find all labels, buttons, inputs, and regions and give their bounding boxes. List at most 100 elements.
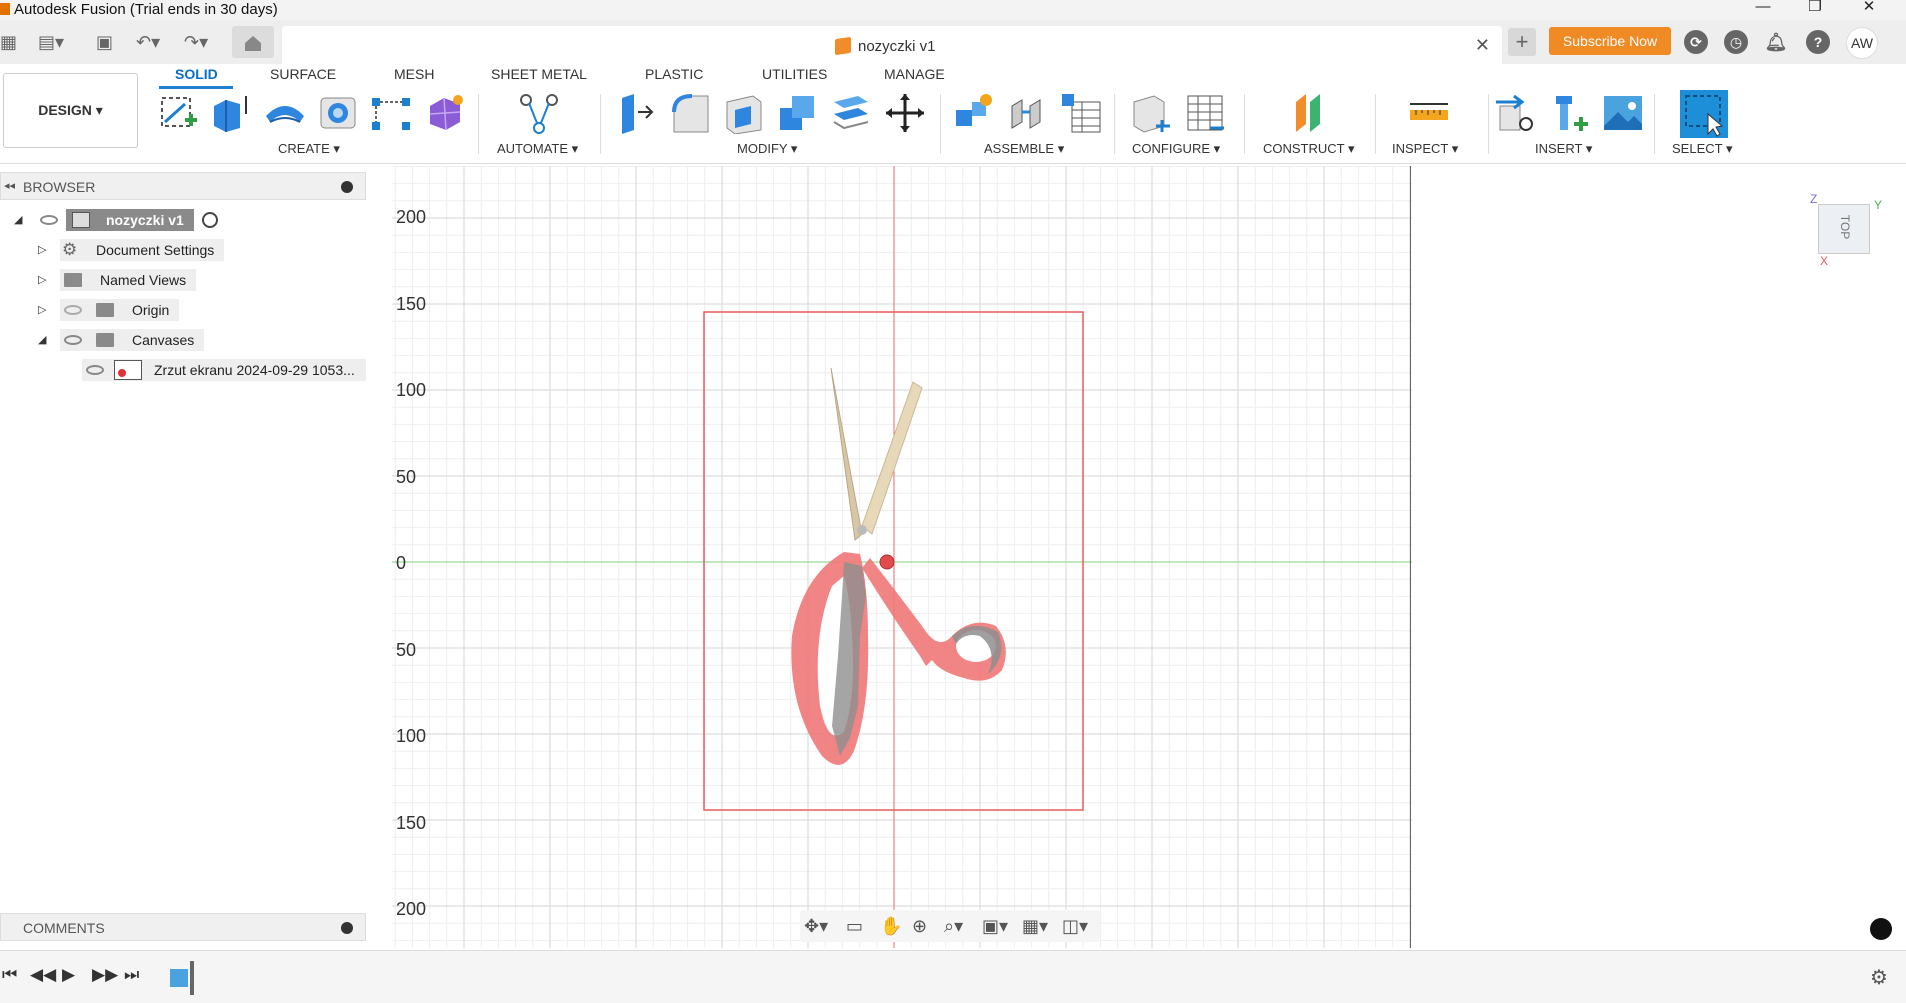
group-select[interactable]: SELECT ▾	[1672, 141, 1732, 157]
grid-canvas[interactable]	[392, 165, 1412, 948]
notifications-bell-icon[interactable]: 🔔︎	[1764, 30, 1788, 54]
shell-icon[interactable]	[723, 92, 765, 134]
pan-hand-icon[interactable]: ✋	[880, 916, 902, 937]
configuration-table-icon[interactable]	[1184, 92, 1226, 134]
group-configure[interactable]: CONFIGURE ▾	[1132, 141, 1220, 157]
group-inspect[interactable]: INSPECT ▾	[1392, 141, 1458, 157]
browser-header[interactable]: ◂◂ BROWSER	[0, 172, 366, 200]
new-tab-button[interactable]: +	[1508, 28, 1536, 56]
step-back-icon[interactable]: ◀◀	[30, 965, 56, 985]
design-viewport[interactable]: 200 150 100 50 0 50 100 150 200	[392, 165, 1412, 948]
tree-row-canvas-image[interactable]: Zrzut ekranu 2024-09-29 1053...	[0, 359, 366, 381]
measure-icon[interactable]	[1408, 92, 1450, 134]
workspace-switcher[interactable]: DESIGN ▾	[3, 73, 138, 148]
tab-mesh[interactable]: MESH	[394, 66, 434, 82]
visibility-eye-icon[interactable]	[40, 215, 58, 225]
expand-triangle-icon[interactable]: ◢	[14, 209, 22, 231]
save-icon[interactable]: ▣	[96, 28, 113, 56]
expand-triangle-icon[interactable]: ▷	[38, 269, 46, 291]
group-assemble[interactable]: ASSEMBLE ▾	[984, 141, 1064, 157]
group-insert[interactable]: INSERT ▾	[1535, 141, 1592, 157]
tab-surface[interactable]: SURFACE	[270, 66, 336, 82]
go-to-start-icon[interactable]: ⏮	[2, 965, 17, 985]
combine-icon[interactable]	[776, 92, 818, 134]
timeline-settings-gear-icon[interactable]: ⚙	[1870, 965, 1888, 990]
text-commands-icon[interactable]	[1870, 918, 1892, 940]
restore-button[interactable]: ❐	[1792, 0, 1838, 20]
table-icon[interactable]	[1060, 92, 1102, 134]
fillet-icon[interactable]	[670, 92, 712, 134]
look-at-icon[interactable]: ▭	[846, 916, 863, 937]
insert-mcmaster-icon[interactable]	[1548, 92, 1590, 134]
extrude-icon[interactable]	[210, 92, 252, 134]
play-icon[interactable]: ▶	[62, 965, 75, 985]
group-automate[interactable]: AUTOMATE ▾	[497, 141, 578, 157]
browser-minimize-icon[interactable]	[341, 181, 353, 193]
subscribe-button[interactable]: Subscribe Now	[1549, 27, 1671, 55]
file-menu-icon[interactable]: ▤▾	[38, 28, 64, 56]
tree-row-named-views[interactable]: ▷ Named Views	[0, 269, 366, 291]
job-status-icon[interactable]: ◷	[1724, 30, 1748, 54]
close-window-button[interactable]: ✕	[1846, 0, 1892, 20]
create-sketch-icon[interactable]	[157, 92, 199, 134]
grid-settings-icon[interactable]: ▦▾	[1022, 916, 1048, 937]
minimize-button[interactable]: —	[1740, 0, 1786, 20]
home-button[interactable]	[232, 26, 274, 58]
expand-triangle-icon[interactable]: ◢	[38, 329, 46, 351]
new-component-icon[interactable]	[952, 92, 994, 134]
tab-plastic[interactable]: PLASTIC	[645, 66, 703, 82]
visibility-eye-icon[interactable]	[64, 335, 82, 345]
tree-row-document-settings[interactable]: ▷ Document Settings ⚙	[0, 239, 366, 261]
orbit-icon[interactable]: ✥▾	[804, 916, 828, 937]
viewports-icon[interactable]: ◫▾	[1062, 916, 1088, 937]
tree-row-origin[interactable]: ▷ Origin	[0, 299, 366, 321]
expand-triangle-icon[interactable]: ▷	[38, 299, 46, 321]
pattern-icon[interactable]	[370, 92, 412, 134]
apps-grid-icon[interactable]: ▦	[0, 28, 17, 56]
data-panel-icon[interactable]: ⟳	[1684, 30, 1708, 54]
redo-icon[interactable]: ↷▾	[184, 28, 208, 56]
tab-sheet-metal[interactable]: SHEET METAL	[491, 66, 587, 82]
form-icon[interactable]	[424, 92, 466, 134]
expand-triangle-icon[interactable]: ▷	[38, 239, 46, 261]
tab-solid[interactable]: SOLID	[175, 66, 218, 82]
undo-icon[interactable]: ↶▾	[136, 28, 160, 56]
view-cube[interactable]: TOP	[1818, 204, 1870, 254]
zoom-window-icon[interactable]: ⌕▾	[944, 916, 963, 937]
move-copy-icon[interactable]	[884, 92, 926, 134]
document-tab[interactable]: nozyczki v1 ✕	[282, 26, 1502, 66]
scissors-canvas-image[interactable]	[791, 367, 1006, 765]
group-construct[interactable]: CONSTRUCT ▾	[1263, 141, 1355, 157]
insert-derive-icon[interactable]	[1494, 92, 1536, 134]
display-settings-icon[interactable]: ▣▾	[982, 916, 1008, 937]
group-modify[interactable]: MODIFY ▾	[737, 141, 797, 157]
timeline-marker[interactable]	[190, 961, 194, 995]
tree-row-canvases[interactable]: ◢ Canvases	[0, 329, 366, 351]
joint-icon[interactable]	[1006, 92, 1048, 134]
offset-plane-icon[interactable]	[1290, 92, 1332, 134]
revolve-icon[interactable]	[264, 92, 306, 134]
collapse-panel-icon[interactable]: ◂◂	[4, 179, 15, 192]
hidden-eye-icon[interactable]	[64, 305, 82, 315]
help-icon[interactable]: ?	[1806, 30, 1830, 54]
close-tab-icon[interactable]: ✕	[1475, 35, 1490, 56]
go-to-end-icon[interactable]: ⏭	[124, 965, 139, 985]
group-create[interactable]: CREATE ▾	[278, 141, 340, 157]
hole-icon[interactable]	[317, 92, 359, 134]
activate-radio-icon[interactable]	[202, 212, 218, 228]
select-icon[interactable]	[1680, 90, 1728, 138]
tab-manage[interactable]: MANAGE	[884, 66, 945, 82]
user-avatar[interactable]: AW	[1846, 27, 1878, 59]
zoom-icon[interactable]: ⊕	[912, 916, 927, 937]
tree-row-root[interactable]: ◢ nozyczki v1	[0, 209, 366, 231]
add-comment-icon[interactable]	[341, 922, 353, 934]
automate-icon[interactable]	[518, 92, 560, 134]
configure-icon[interactable]	[1130, 92, 1172, 134]
visibility-eye-icon[interactable]	[86, 365, 104, 375]
step-forward-icon[interactable]: ▶▶	[92, 965, 118, 985]
tab-utilities[interactable]: UTILITIES	[762, 66, 827, 82]
timeline-canvas-feature-icon[interactable]	[170, 969, 188, 987]
comments-bar[interactable]: COMMENTS	[0, 913, 366, 941]
insert-canvas-icon[interactable]	[1602, 92, 1644, 134]
press-pull-icon[interactable]	[616, 92, 658, 134]
